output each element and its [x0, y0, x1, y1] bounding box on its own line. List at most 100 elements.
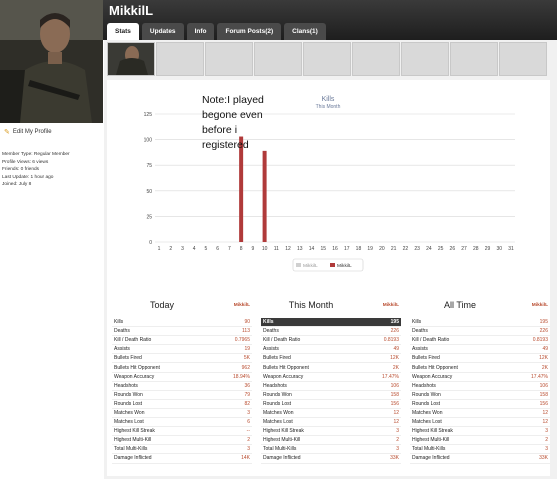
- stat-label: Total Multi-Kills: [114, 446, 148, 453]
- y-tick-label: 125: [144, 112, 153, 118]
- tab-updates[interactable]: Updates: [141, 23, 184, 40]
- stat-value: 12: [393, 409, 399, 416]
- chart-title: Kills: [322, 96, 335, 103]
- stat-value: 12: [542, 409, 548, 416]
- stat-row: Weapon Accuracy 18.94%: [112, 373, 252, 382]
- column-header: All Time MikkilL: [410, 298, 550, 318]
- stat-row: Deaths 226: [410, 327, 550, 337]
- x-tick-label: 8: [240, 246, 243, 252]
- stat-value: 49: [542, 346, 548, 353]
- stat-label: Matches Lost: [412, 419, 442, 426]
- stat-label: Bullets Fired: [412, 355, 440, 362]
- media-thumb-empty: [156, 42, 204, 76]
- stat-label: Bullets Fired: [263, 355, 291, 362]
- tab-info[interactable]: Info: [186, 23, 215, 40]
- column-username: MikkilL: [531, 303, 548, 308]
- tab-forum-posts[interactable]: Forum Posts(2): [217, 23, 282, 40]
- stat-value: 158: [390, 391, 399, 398]
- stat-value: 90: [244, 319, 250, 326]
- stat-value: 3: [545, 446, 548, 453]
- stat-row: Damage Inflicted 33K: [410, 454, 550, 464]
- stat-label: Deaths: [114, 328, 130, 335]
- pencil-icon: ✎: [4, 129, 10, 136]
- column-username: MikkilL: [233, 303, 250, 308]
- tab-stats[interactable]: Stats: [107, 23, 139, 40]
- stat-label: Bullets Hit Opponent: [263, 364, 309, 371]
- stat-label: Damage Inflicted: [114, 455, 152, 462]
- stat-value: 3: [247, 446, 250, 453]
- stat-label: Weapon Accuracy: [263, 373, 304, 380]
- stat-row: Highest Multi-Kill 2: [410, 436, 550, 446]
- stat-label: Rounds Lost: [114, 400, 143, 407]
- stat-row: Total Multi-Kills 3: [261, 445, 401, 455]
- stat-label: Kills: [412, 319, 422, 326]
- media-thumb-empty: [499, 42, 547, 76]
- member-info: Member Type: Regular Member Profile View…: [2, 151, 70, 189]
- stat-value: 0.7965: [234, 337, 250, 344]
- y-tick-label: 0: [149, 240, 152, 246]
- stat-value: 12: [542, 419, 548, 426]
- stat-row: Kills 195: [410, 318, 550, 328]
- stat-label: Kill / Death Ratio: [412, 337, 450, 344]
- x-tick-label: 27: [461, 246, 467, 252]
- y-tick-label: 50: [146, 189, 152, 195]
- stat-value: 14K: [241, 455, 250, 462]
- stat-row: Damage Inflicted 33K: [261, 454, 401, 464]
- stat-row: Bullets Hit Opponent 962: [112, 363, 252, 373]
- tab-clans[interactable]: Clans(1): [284, 23, 326, 40]
- kills-chart-panel: Kills This Month 0 25 50 75 100 125 1 2 3 4 5 6 7 8 9 10 1…: [107, 80, 550, 292]
- stat-label: Highest Kill Streak: [114, 428, 155, 435]
- stat-label: Highest Kill Streak: [263, 428, 304, 435]
- stat-value: 106: [539, 382, 548, 389]
- stat-row: Highest Kill Streak 3: [261, 427, 401, 437]
- stat-label: Deaths: [412, 328, 428, 335]
- x-tick-label: 11: [274, 246, 279, 252]
- legend-label: MikkilL: [337, 263, 352, 269]
- stat-value: 195: [539, 319, 548, 326]
- stat-row: Matches Lost 12: [261, 418, 401, 428]
- x-tick-label: 5: [205, 246, 208, 252]
- annotation-note: Note:I played begone even before i regis…: [202, 94, 264, 151]
- stat-value: 0.8193: [383, 337, 399, 344]
- profile-tabs: Stats Updates Info Forum Posts(2) Clans(…: [107, 23, 326, 40]
- stat-label: Headshots: [263, 382, 287, 389]
- stat-label: Headshots: [114, 382, 138, 389]
- stat-label: Headshots: [412, 382, 436, 389]
- stat-value: 195: [390, 319, 399, 326]
- x-tick-label: 10: [262, 246, 268, 252]
- stat-row: Kills 195: [261, 318, 401, 328]
- stat-value: 12: [393, 419, 399, 426]
- media-thumb[interactable]: [107, 42, 155, 76]
- media-thumb-empty: [450, 42, 498, 76]
- stat-value: 158: [539, 391, 548, 398]
- stat-row: Bullets Hit Opponent 2K: [410, 363, 550, 373]
- edit-profile-link[interactable]: ✎ Edit My Profile: [4, 128, 52, 136]
- stat-value: 156: [539, 400, 548, 407]
- stat-label: Matches Won: [412, 409, 443, 416]
- stat-label: Highest Multi-Kill: [412, 437, 450, 444]
- x-tick-label: 15: [320, 246, 326, 252]
- stat-row: Assists 49: [261, 345, 401, 355]
- stat-row: Assists 49: [410, 345, 550, 355]
- stat-value: 17.47%: [531, 373, 548, 380]
- stat-row: Bullets Fired 12K: [410, 354, 550, 364]
- page-title: MikkilL: [109, 3, 154, 18]
- x-tick-label: 25: [438, 246, 444, 252]
- stat-label: Rounds Won: [114, 391, 143, 398]
- edit-profile-label: Edit My Profile: [12, 129, 52, 135]
- stat-label: Highest Multi-Kill: [114, 437, 152, 444]
- stat-label: Assists: [263, 346, 279, 353]
- stats-column-today: Today MikkilL Kills 90 Deaths 113 Kill / Death…: [112, 298, 252, 464]
- stat-value: 49: [393, 346, 399, 353]
- x-tick-label: 19: [367, 246, 373, 252]
- stat-value: 2: [247, 437, 250, 444]
- x-tick-label: 26: [450, 246, 456, 252]
- stat-row: Rounds Lost 82: [112, 400, 252, 409]
- column-header: This Month MikkilL: [261, 298, 401, 318]
- stat-row: Rounds Won 158: [261, 391, 401, 400]
- legend-swatch-icon: [296, 263, 301, 267]
- x-tick-label: 3: [181, 246, 184, 252]
- stat-row: Matches Lost 12: [410, 418, 550, 428]
- stat-row: Total Multi-Kills 3: [112, 445, 252, 455]
- legend-label: MikkilL: [303, 263, 318, 269]
